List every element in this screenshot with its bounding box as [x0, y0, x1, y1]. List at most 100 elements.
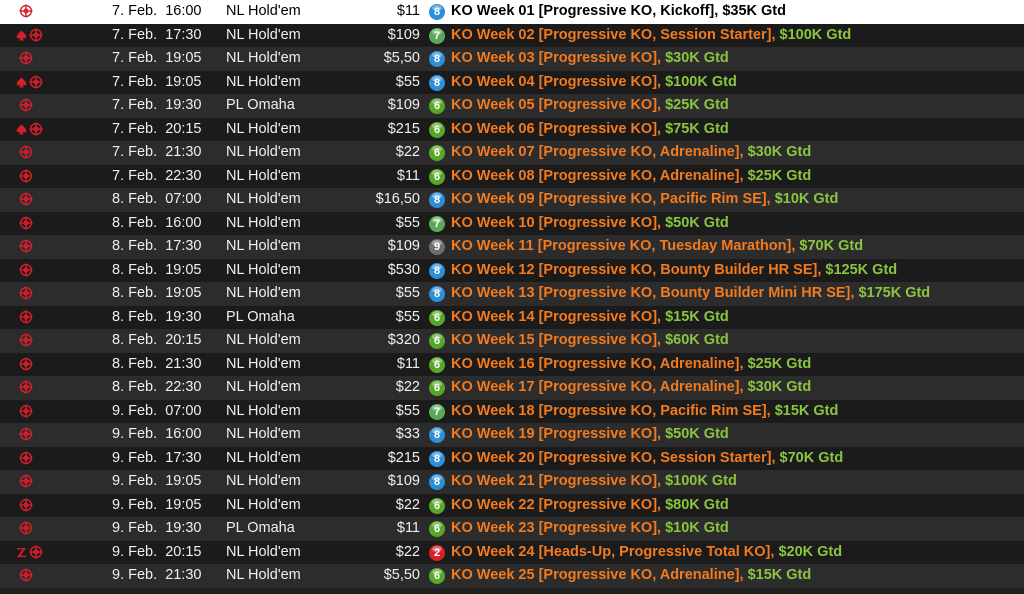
title-separator: ,	[739, 167, 748, 184]
guarantee: $20K Gtd	[778, 543, 843, 560]
guarantee: $125K Gtd	[825, 261, 898, 278]
knockout-target-icon	[29, 74, 43, 89]
row-icons	[10, 235, 50, 259]
game-type: NL Hold'em	[226, 167, 301, 184]
tournament-row[interactable]: 9. Feb. 19:05 NL Hold'em $109 8 KO Week …	[0, 470, 1024, 494]
tournament-row[interactable]: 8. Feb. 20:15 NL Hold'em $320 6 KO Week …	[0, 329, 1024, 353]
level-badge: 6	[429, 521, 445, 537]
title-separator: ,	[657, 520, 666, 536]
guarantee: $25K Gtd	[747, 355, 812, 372]
game-type: PL Omaha	[226, 520, 295, 536]
tournament-row[interactable]: 9. Feb. 19:05 NL Hold'em $22 6 KO Week 2…	[0, 493, 1024, 518]
tournament-name: KO Week 07 [Progressive KO, Adrenaline]	[451, 144, 740, 160]
tournament-title: KO Week 03 [Progressive KO], $30K Gtd	[451, 47, 729, 71]
game-type: NL Hold'em	[226, 473, 301, 489]
guarantee: $80K Gtd	[665, 496, 729, 513]
tournament-row[interactable]: 7. Feb. 21:30 NL Hold'em $22 6 KO Week 0…	[0, 141, 1024, 165]
tournament-row[interactable]: 8. Feb. 19:05 NL Hold'em $55 8 KO Week 1…	[0, 282, 1024, 306]
title-separator: ,	[771, 26, 780, 43]
tournament-row[interactable]: 7. Feb. 20:15 NL Hold'em $215 6 KO Week …	[0, 117, 1024, 142]
row-icons	[10, 423, 50, 447]
tournament-row[interactable]: 8. Feb. 17:30 NL Hold'em $109 9 KO Week …	[0, 235, 1024, 259]
start-date: 9. Feb. 21:30	[112, 567, 202, 583]
game-type: NL Hold'em	[226, 144, 301, 160]
knockout-target-icon	[19, 4, 33, 18]
tournament-title: KO Week 22 [Progressive KO], $80K Gtd	[451, 494, 729, 518]
tournament-name: KO Week 13 [Progressive KO, Bounty Build…	[451, 285, 851, 301]
tournament-row[interactable]: 8. Feb. 21:30 NL Hold'em $11 6 KO Week 1…	[0, 352, 1024, 376]
guarantee: $50K Gtd	[665, 426, 729, 442]
title-separator: ,	[657, 214, 666, 231]
tournament-row[interactable]: 8. Feb. 22:30 NL Hold'em $22 6 KO Week 1…	[0, 376, 1024, 400]
title-separator: ,	[657, 332, 666, 348]
row-icons	[10, 24, 50, 48]
level-badge: 6	[429, 333, 445, 349]
row-icons	[10, 329, 50, 353]
tournament-row[interactable]: 9. Feb. 19:30 PL Omaha $11 6 KO Week 23 …	[0, 517, 1024, 541]
tournament-row[interactable]: 9. Feb. 17:30 NL Hold'em $215 8 KO Week …	[0, 446, 1024, 471]
level-badge: 8	[429, 74, 445, 91]
tournament-row[interactable]: 8. Feb. 07:00 NL Hold'em $16,50 8 KO Wee…	[0, 188, 1024, 212]
guarantee: $175K Gtd	[858, 285, 931, 301]
guarantee: $25K Gtd	[747, 167, 812, 184]
tournament-title: KO Week 14 [Progressive KO], $15K Gtd	[451, 306, 729, 330]
knockout-target-icon	[19, 380, 33, 394]
tournament-row[interactable]: 9. Feb. 07:00 NL Hold'em $55 7 KO Week 1…	[0, 399, 1024, 423]
start-date: 8. Feb. 19:30	[112, 308, 202, 325]
tournament-row[interactable]: 9. Feb. 16:00 NL Hold'em $33 8 KO Week 1…	[0, 423, 1024, 447]
tournament-title: KO Week 05 [Progressive KO], $25K Gtd	[451, 94, 729, 118]
buy-in: $11	[396, 3, 420, 19]
tournament-name: KO Week 06 [Progressive KO]	[451, 120, 658, 137]
tournament-name: KO Week 09 [Progressive KO, Pacific Rim …	[451, 191, 767, 207]
buy-in: $215	[387, 120, 420, 137]
game-type: NL Hold'em	[226, 567, 301, 583]
tournament-title: KO Week 06 [Progressive KO], $75K Gtd	[451, 118, 729, 142]
buy-in: $55	[395, 285, 420, 301]
tournament-row[interactable]: 8. Feb. 19:30 PL Omaha $55 6 KO Week 14 …	[0, 305, 1024, 330]
buy-in: $215	[387, 449, 420, 466]
tournament-row[interactable]: 8. Feb. 16:00 NL Hold'em $55 7 KO Week 1…	[0, 211, 1024, 235]
tournament-row[interactable]: 8. Feb. 19:05 NL Hold'em $530 8 KO Week …	[0, 258, 1024, 282]
tournament-row[interactable]: 9. Feb. 21:30 NL Hold'em $5,50 6 KO Week…	[0, 564, 1024, 588]
buy-in: $109	[387, 238, 420, 254]
title-separator: ,	[739, 567, 748, 583]
level-badge: 8	[429, 450, 445, 467]
tournament-name: KO Week 22 [Progressive KO]	[451, 496, 658, 513]
tournament-name: KO Week 10 [Progressive KO]	[451, 214, 658, 231]
start-date: 7. Feb. 19:30	[112, 97, 202, 113]
tournament-name: KO Week 05 [Progressive KO]	[451, 97, 658, 113]
guarantee: $15K Gtd	[665, 308, 729, 325]
tournament-title: KO Week 19 [Progressive KO], $50K Gtd	[451, 423, 729, 447]
game-type: NL Hold'em	[226, 355, 301, 372]
tournament-name: KO Week 11 [Progressive KO, Tuesday Mara…	[451, 238, 792, 254]
buy-in: $109	[387, 97, 420, 113]
tournament-row[interactable]: 7. Feb. 17:30 NL Hold'em $109 7 KO Week …	[0, 23, 1024, 48]
title-separator: ,	[657, 97, 666, 113]
tournament-title: KO Week 20 [Progressive KO, Session Star…	[451, 447, 843, 471]
knockout-target-icon	[19, 568, 33, 582]
level-badge: 8	[429, 262, 445, 279]
tournament-row[interactable]: 7. Feb. 19:05 NL Hold'em $55 8 KO Week 0…	[0, 70, 1024, 94]
row-icons	[10, 94, 50, 118]
row-icons	[10, 47, 50, 71]
title-separator: ,	[657, 426, 666, 442]
tournament-row[interactable]: 7. Feb. 22:30 NL Hold'em $11 6 KO Week 0…	[0, 164, 1024, 189]
tournament-row[interactable]: 7. Feb. 16:00 NL Hold'em $11 8 KO Week 0…	[0, 0, 1024, 24]
tournament-name: KO Week 16 [Progressive KO, Adrenaline]	[451, 355, 740, 372]
guarantee: $25K Gtd	[665, 97, 729, 113]
tournament-row[interactable]: 7. Feb. 19:05 NL Hold'em $5,50 8 KO Week…	[0, 47, 1024, 71]
tournament-row[interactable]: 7. Feb. 19:30 PL Omaha $109 6 KO Week 05…	[0, 94, 1024, 118]
buy-in: $22	[395, 543, 420, 560]
buy-in: $55	[395, 308, 420, 325]
knockout-target-icon	[19, 309, 33, 324]
tournament-title: KO Week 02 [Progressive KO, Session Star…	[451, 24, 851, 48]
knockout-target-icon	[19, 51, 33, 65]
start-date: 7. Feb. 22:30	[112, 167, 202, 184]
game-type: NL Hold'em	[226, 191, 301, 207]
tournament-row[interactable]: 9. Feb. 20:15 NL Hold'em $22 2 KO Week 2…	[0, 540, 1024, 564]
level-badge: 6	[429, 356, 445, 373]
tournament-title: KO Week 01 [Progressive KO, Kickoff], $3…	[451, 0, 786, 24]
tournament-name: KO Week 03 [Progressive KO]	[451, 50, 658, 66]
knockout-target-icon	[19, 192, 33, 206]
row-icons	[10, 165, 50, 189]
